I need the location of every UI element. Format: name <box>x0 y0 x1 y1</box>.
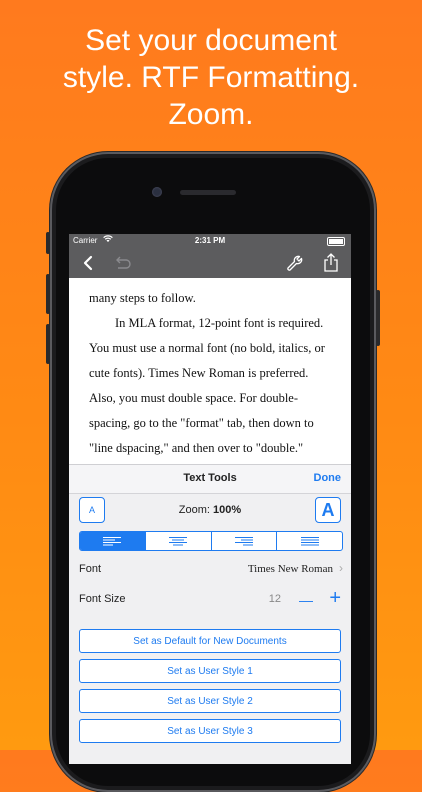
undo-icon[interactable] <box>111 248 135 278</box>
document-line: You must use a normal font (no bold, ita… <box>89 341 325 355</box>
alignment-control <box>79 531 343 551</box>
align-justify-icon <box>300 537 319 546</box>
headline-line-1: Set your document <box>85 24 337 57</box>
status-bar: Carrier 2:31 PM <box>69 234 351 248</box>
headline-line-3: Zoom. <box>168 98 254 131</box>
document-line: In MLA format, 12-point font is required… <box>115 316 324 330</box>
document-line: Also, you must double space. For double- <box>89 391 299 405</box>
document-line: spacing, go to the "format" tab, then do… <box>89 416 314 430</box>
screen: Carrier 2:31 PM many steps to follow. In… <box>69 234 351 764</box>
panel-title: Text Tools <box>183 472 237 484</box>
headline-line-2: style. RTF Formatting. <box>62 61 360 94</box>
wrench-icon[interactable] <box>283 248 307 278</box>
font-size-value: 12 <box>268 593 281 605</box>
set-default-button[interactable]: Set as Default for New Documents <box>79 629 341 653</box>
zoom-label: Zoom: 100% <box>69 504 351 516</box>
align-center-icon <box>169 537 188 546</box>
align-right-icon <box>234 537 253 546</box>
font-size-row: Font Size 12 — + <box>69 584 351 614</box>
font-value: Times New Roman <box>247 563 333 575</box>
document-line: many steps to follow. <box>89 291 196 305</box>
font-size-increase-button[interactable]: + <box>329 588 341 608</box>
user-style-2-button[interactable]: Set as User Style 2 <box>79 689 341 713</box>
nav-bar <box>69 248 351 278</box>
status-time: 2:31 PM <box>194 236 226 245</box>
align-justify-button[interactable] <box>276 532 342 550</box>
document-body[interactable]: many steps to follow. In MLA format, 12-… <box>89 286 341 461</box>
text-tools-panel: Text Tools Done A Zoom: 100% A Font Time… <box>69 464 351 764</box>
battery-icon <box>327 237 345 246</box>
user-style-3-button[interactable]: Set as User Style 3 <box>79 719 341 743</box>
align-left-button[interactable] <box>80 532 145 550</box>
done-button[interactable]: Done <box>314 472 342 484</box>
volume-up-button <box>46 274 50 314</box>
font-size-label: Font Size <box>79 593 126 605</box>
font-label: Font <box>79 563 102 575</box>
share-icon[interactable] <box>319 248 343 278</box>
font-row[interactable]: Font Times New Roman › <box>69 554 351 584</box>
document-line: cute fonts). Times New Roman is preferre… <box>89 366 309 380</box>
front-camera <box>152 187 162 197</box>
align-left-icon <box>103 537 122 546</box>
volume-down-button <box>46 324 50 364</box>
chevron-left-icon[interactable] <box>77 248 99 278</box>
zoom-caption: Zoom: <box>178 504 210 516</box>
power-button <box>376 290 380 346</box>
user-style-1-button[interactable]: Set as User Style 1 <box>79 659 341 683</box>
document-line: "line dspacing," and then over to "doubl… <box>89 441 304 455</box>
zoom-value: 100% <box>213 504 242 516</box>
earpiece-speaker <box>180 190 236 195</box>
mute-switch <box>46 232 50 254</box>
zoom-row: A Zoom: 100% A <box>69 493 351 529</box>
align-right-button[interactable] <box>210 532 277 550</box>
zoom-in-button[interactable]: A <box>315 497 341 523</box>
chevron-right-icon: › <box>339 561 343 575</box>
text-tools-header: Text Tools Done <box>69 465 351 494</box>
headline: Set your document style. RTF Formatting.… <box>0 22 422 133</box>
align-center-button[interactable] <box>144 532 211 550</box>
font-size-decrease-button[interactable]: — <box>299 590 313 610</box>
